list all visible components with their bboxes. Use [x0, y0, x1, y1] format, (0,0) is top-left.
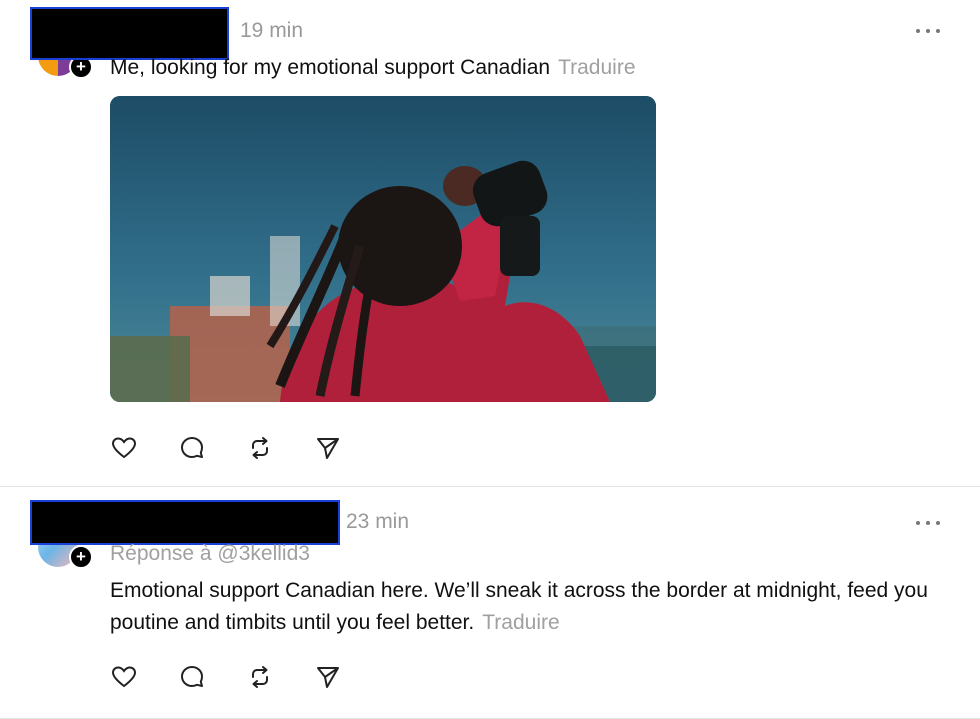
translate-link[interactable]: Traduire: [482, 611, 559, 634]
like-button[interactable]: [110, 663, 178, 691]
post-timestamp: 19 min: [240, 19, 304, 42]
repost-icon: [252, 437, 268, 459]
repost-icon: [252, 666, 268, 688]
post-media-image[interactable]: [110, 96, 656, 402]
more-icon[interactable]: [916, 26, 940, 36]
reply-to-label[interactable]: Réponse à @3kellid3: [110, 542, 310, 566]
reply-button[interactable]: [178, 434, 246, 462]
send-icon: [317, 667, 339, 688]
thread-post: + 19 min Me, looking for my emotional su…: [0, 0, 980, 487]
send-icon: [317, 438, 339, 459]
plus-icon[interactable]: +: [69, 545, 93, 569]
heart-icon: [111, 437, 137, 459]
thread-post: + 23 min Réponse à @3kellid3 Emotional s…: [0, 488, 980, 719]
post-body: Me, looking for my emotional support Can…: [110, 56, 551, 79]
share-button[interactable]: [314, 663, 382, 691]
comment-icon: [181, 437, 203, 458]
post-text: Emotional support Canadian here. We’ll s…: [110, 575, 950, 639]
like-button[interactable]: [110, 434, 178, 462]
post-timestamp: 23 min: [346, 510, 410, 533]
repost-button[interactable]: [246, 663, 314, 691]
reply-button[interactable]: [178, 663, 246, 691]
heart-icon: [111, 666, 137, 688]
translate-link[interactable]: Traduire: [558, 56, 635, 79]
comment-icon: [181, 666, 203, 687]
share-button[interactable]: [314, 434, 382, 462]
media-illustration: [110, 96, 656, 402]
redacted-username: [30, 500, 340, 545]
post-actions: [110, 434, 382, 462]
repost-button[interactable]: [246, 434, 314, 462]
post-actions: [110, 663, 382, 691]
more-icon[interactable]: [916, 518, 940, 528]
post-text: Me, looking for my emotional support Can…: [110, 52, 636, 84]
